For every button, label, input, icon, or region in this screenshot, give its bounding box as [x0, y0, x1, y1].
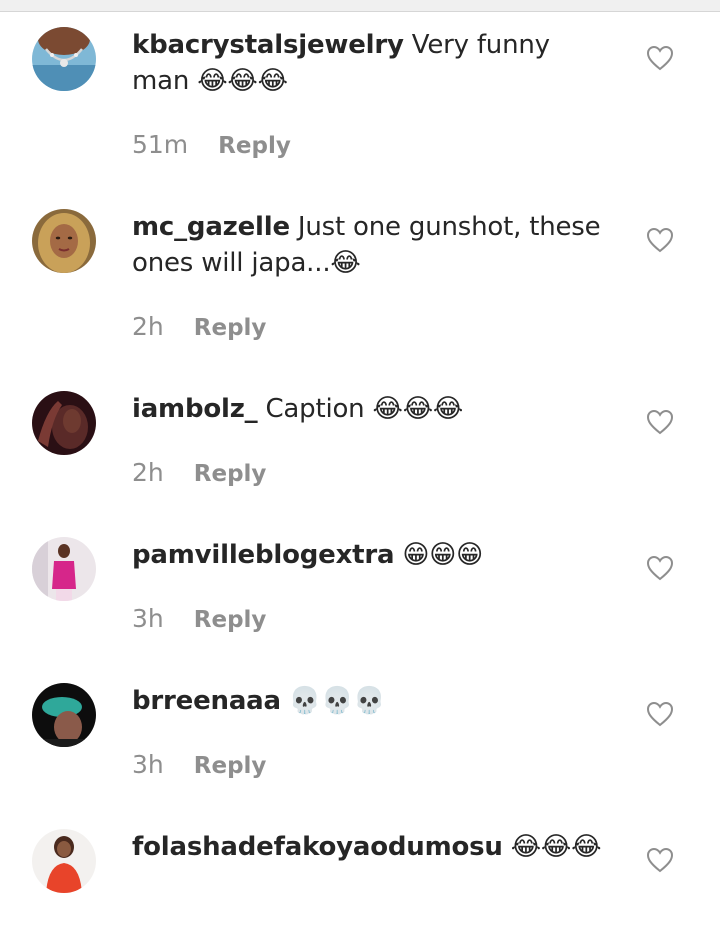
reply-button[interactable]: Reply	[218, 130, 291, 162]
comment-timestamp: 3h	[132, 604, 164, 633]
like-button[interactable]	[646, 409, 674, 435]
heart-outline-icon	[646, 555, 674, 581]
like-button[interactable]	[646, 227, 674, 253]
heart-outline-icon	[646, 847, 674, 873]
comment-item: iambolz_ Caption 😂😂😂 2h Reply	[0, 391, 720, 521]
reply-button[interactable]: Reply	[194, 312, 267, 344]
avatar-dark-photo-icon	[32, 391, 96, 455]
comment-timestamp: 2h	[132, 458, 164, 487]
avatar-teal-photo-icon	[32, 683, 96, 747]
comment-text: pamvilleblogextra 😁😁😁	[132, 537, 612, 573]
heart-outline-icon	[646, 45, 674, 71]
avatar-pink-outfit-photo-icon	[32, 537, 96, 601]
like-button[interactable]	[646, 847, 674, 873]
reply-button[interactable]: Reply	[194, 604, 267, 636]
reply-button[interactable]: Reply	[194, 750, 267, 782]
comment-timestamp: 51m	[132, 130, 189, 159]
comment-meta: 3h Reply	[132, 603, 266, 635]
comment-body: 😁😁😁	[402, 540, 484, 570]
comment-body: 💀💀💀	[288, 686, 386, 716]
comment-username[interactable]: pamvilleblogextra	[132, 540, 395, 570]
comment-meta: 3h Reply	[132, 749, 266, 781]
avatar[interactable]	[32, 829, 96, 893]
comment-text: iambolz_ Caption 😂😂😂	[132, 391, 612, 427]
comment-username[interactable]: folashadefakoyaodumosu	[132, 832, 503, 862]
comment-username[interactable]: iambolz_	[132, 394, 258, 424]
top-divider	[0, 0, 720, 12]
comment-item: mc_gazelle Just one gunshot, these ones w…	[0, 209, 720, 379]
comment-meta: 51m Reply	[132, 129, 291, 161]
avatar[interactable]	[32, 391, 96, 455]
comment-body: 😂😂😂	[510, 832, 602, 862]
comment-username[interactable]: kbacrystalsjewelry	[132, 30, 404, 60]
heart-outline-icon	[646, 227, 674, 253]
avatar[interactable]	[32, 27, 96, 91]
comment-item: pamvilleblogextra 😁😁😁 3h Reply	[0, 537, 720, 667]
comment-text: mc_gazelle Just one gunshot, these ones w…	[132, 209, 612, 281]
comment-meta: 2h Reply	[132, 457, 266, 489]
comment-item: brreenaaa 💀💀💀 3h Reply	[0, 683, 720, 813]
comment-username[interactable]: mc_gazelle	[132, 212, 290, 242]
like-button[interactable]	[646, 701, 674, 727]
heart-outline-icon	[646, 409, 674, 435]
like-button[interactable]	[646, 555, 674, 581]
comment-meta: 2h Reply	[132, 311, 266, 343]
reply-button[interactable]: Reply	[194, 458, 267, 490]
avatar-red-outfit-photo-icon	[32, 829, 96, 893]
like-button[interactable]	[646, 45, 674, 71]
avatar-woman-photo-icon	[32, 209, 96, 273]
avatar[interactable]	[32, 209, 96, 273]
avatar[interactable]	[32, 537, 96, 601]
comment-username[interactable]: brreenaaa	[132, 686, 281, 716]
comment-item: kbacrystalsjewelry Very funny man 😂😂😂 51m…	[0, 27, 720, 197]
comment-text: brreenaaa 💀💀💀	[132, 683, 612, 719]
avatar[interactable]	[32, 683, 96, 747]
heart-outline-icon	[646, 701, 674, 727]
comment-text: kbacrystalsjewelry Very funny man 😂😂😂	[132, 27, 612, 99]
comment-timestamp: 2h	[132, 312, 164, 341]
comment-item: folashadefakoyaodumosu 😂😂😂	[0, 829, 720, 939]
avatar-jewelry-photo-icon	[32, 27, 96, 91]
comment-text: folashadefakoyaodumosu 😂😂😂	[132, 829, 612, 865]
comment-body: Caption 😂😂😂	[265, 394, 464, 424]
comment-timestamp: 3h	[132, 750, 164, 779]
